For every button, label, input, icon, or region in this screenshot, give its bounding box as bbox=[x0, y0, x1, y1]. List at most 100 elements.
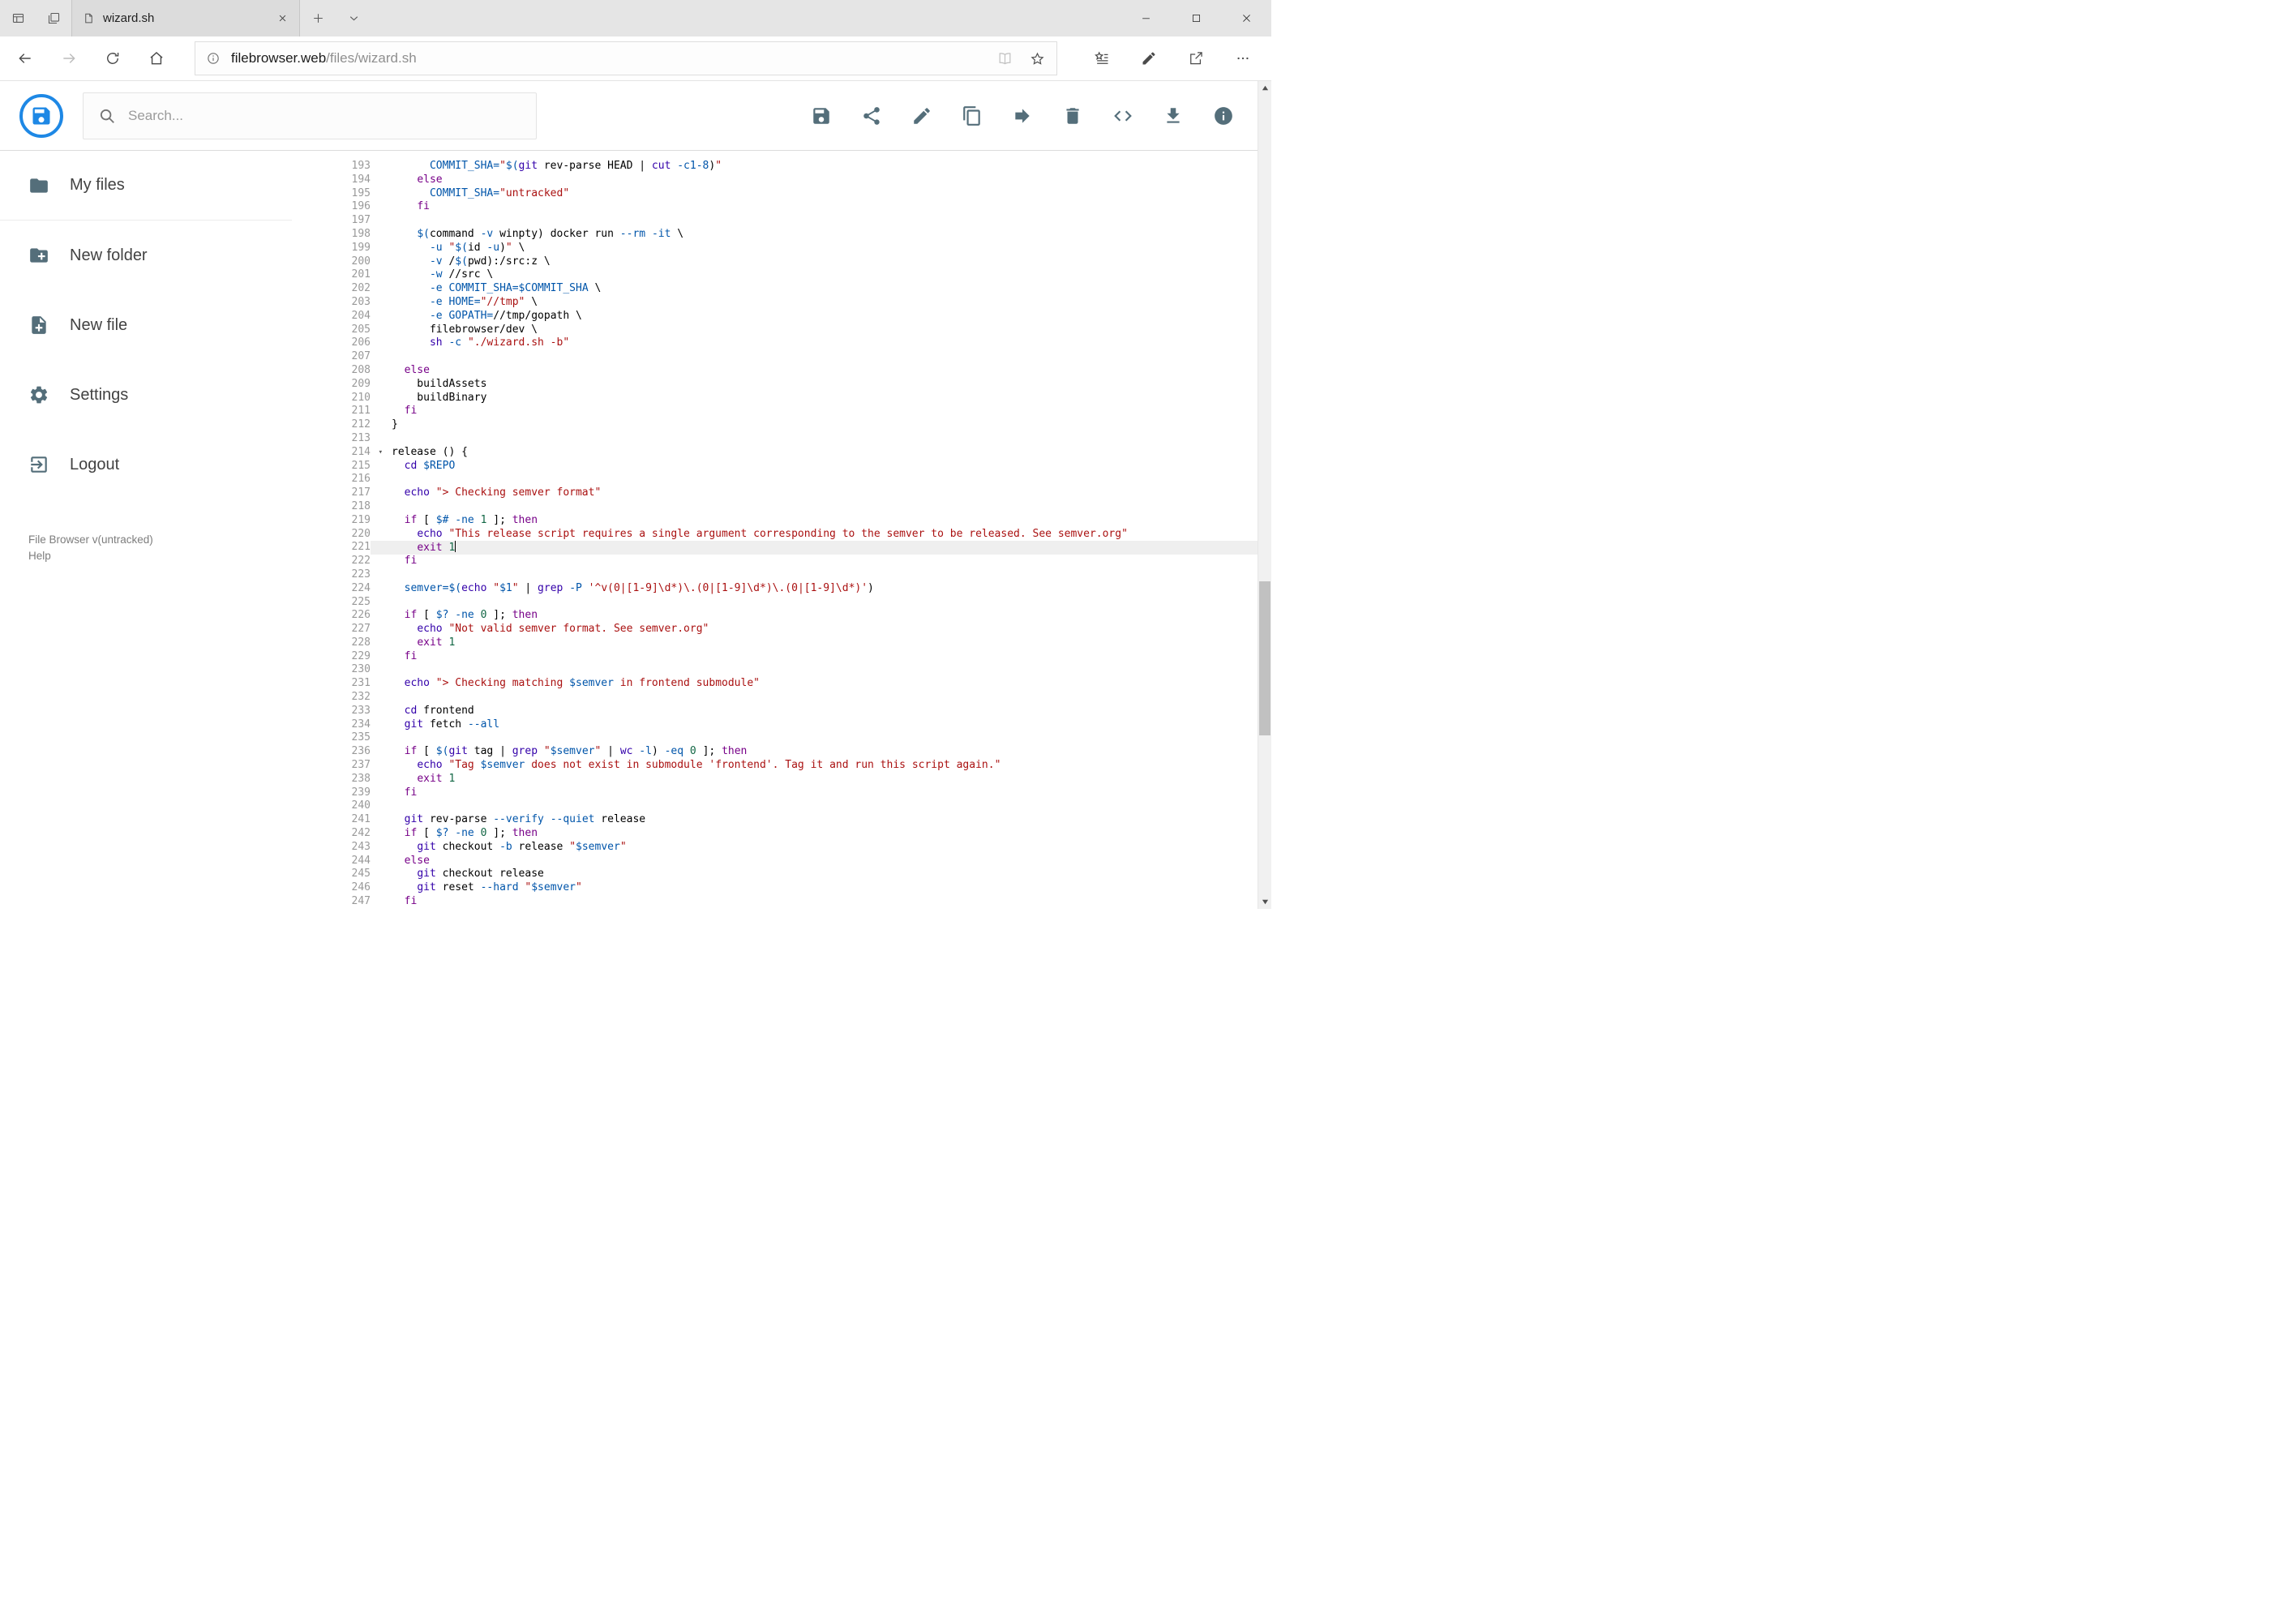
search-input[interactable] bbox=[128, 107, 521, 124]
home-button[interactable] bbox=[138, 41, 175, 76]
code-line-213[interactable]: 213 bbox=[292, 432, 1258, 446]
code-button[interactable] bbox=[1112, 105, 1133, 126]
search-box[interactable] bbox=[83, 92, 537, 139]
code-line-197[interactable]: 197 bbox=[292, 214, 1258, 228]
code-line-222[interactable]: 222 fi bbox=[292, 555, 1258, 568]
info-button[interactable] bbox=[1213, 105, 1234, 126]
edit-button[interactable] bbox=[911, 105, 932, 126]
web-note-button[interactable] bbox=[1130, 41, 1168, 76]
copy-button[interactable] bbox=[962, 105, 983, 126]
scrollbar-thumb[interactable] bbox=[1259, 581, 1270, 735]
code-line-236[interactable]: 236 if [ $(git tag | grep "$semver" | wc… bbox=[292, 745, 1258, 759]
refresh-button[interactable] bbox=[94, 41, 131, 76]
share-button[interactable] bbox=[1177, 41, 1215, 76]
code-line-229[interactable]: 229 fi bbox=[292, 650, 1258, 664]
code-line-237[interactable]: 237 echo "Tag $semver does not exist in … bbox=[292, 759, 1258, 773]
filebrowser-logo[interactable] bbox=[19, 93, 63, 138]
code-line-225[interactable]: 225 bbox=[292, 596, 1258, 610]
code-line-228[interactable]: 228 exit 1 bbox=[292, 636, 1258, 650]
save-button[interactable] bbox=[811, 105, 832, 126]
code-line-200[interactable]: 200 -v /$(pwd):/src:z \ bbox=[292, 255, 1258, 269]
back-button[interactable] bbox=[6, 41, 44, 76]
code-line-226[interactable]: 226 if [ $? -ne 0 ]; then bbox=[292, 609, 1258, 623]
code-line-204[interactable]: 204 -e GOPATH=//tmp/gopath \ bbox=[292, 310, 1258, 324]
code-line-244[interactable]: 244 else bbox=[292, 855, 1258, 868]
code-line-208[interactable]: 208 else bbox=[292, 364, 1258, 378]
maximize-button[interactable] bbox=[1171, 0, 1221, 36]
move-button[interactable] bbox=[1012, 105, 1033, 126]
code-line-209[interactable]: 209 buildAssets bbox=[292, 378, 1258, 392]
code-line-224[interactable]: 224 semver=$(echo "$1" | grep -P '^v(0|[… bbox=[292, 582, 1258, 596]
site-info-button[interactable] bbox=[195, 42, 231, 75]
fold-arrow-icon[interactable]: ▾ bbox=[379, 447, 383, 458]
more-button[interactable] bbox=[1224, 41, 1262, 76]
code-line-238[interactable]: 238 exit 1 bbox=[292, 773, 1258, 786]
new-tab-button[interactable] bbox=[300, 0, 336, 36]
code-line-205[interactable]: 205 filebrowser/dev \ bbox=[292, 324, 1258, 337]
code-line-199[interactable]: 199 -u "$(id -u)" \ bbox=[292, 242, 1258, 255]
code-line-194[interactable]: 194 else bbox=[292, 174, 1258, 187]
code-line-241[interactable]: 241 git rev-parse --verify --quiet relea… bbox=[292, 813, 1258, 827]
code-line-203[interactable]: 203 -e HOME="//tmp" \ bbox=[292, 296, 1258, 310]
code-line-233[interactable]: 233 cd frontend bbox=[292, 705, 1258, 718]
code-line-243[interactable]: 243 git checkout -b release "$semver" bbox=[292, 841, 1258, 855]
code-line-227[interactable]: 227 echo "Not valid semver format. See s… bbox=[292, 623, 1258, 636]
scroll-up-arrow[interactable] bbox=[1258, 81, 1271, 95]
code-line-193[interactable]: 193 COMMIT_SHA="$(git rev-parse HEAD | c… bbox=[292, 160, 1258, 174]
code-line-214[interactable]: 214 ▾ release () { bbox=[292, 446, 1258, 460]
code-line-235[interactable]: 235 bbox=[292, 731, 1258, 745]
forward-button[interactable] bbox=[50, 41, 88, 76]
code-line-212[interactable]: 212} bbox=[292, 418, 1258, 432]
sidebar-item-logout[interactable]: Logout bbox=[0, 430, 292, 499]
set-tabs-aside-button[interactable] bbox=[36, 0, 71, 36]
code-line-242[interactable]: 242 if [ $? -ne 0 ]; then bbox=[292, 827, 1258, 841]
code-line-245[interactable]: 245 git checkout release bbox=[292, 868, 1258, 881]
code-line-220[interactable]: 220 echo "This release script requires a… bbox=[292, 528, 1258, 542]
code-line-211[interactable]: 211 fi bbox=[292, 405, 1258, 418]
code-line-210[interactable]: 210 buildBinary bbox=[292, 392, 1258, 405]
code-line-198[interactable]: 198 $(command -v winpty) docker run --rm… bbox=[292, 228, 1258, 242]
delete-button[interactable] bbox=[1062, 105, 1083, 126]
code-line-202[interactable]: 202 -e COMMIT_SHA=$COMMIT_SHA \ bbox=[292, 282, 1258, 296]
scrollbar-track[interactable] bbox=[1258, 95, 1271, 895]
hub-button[interactable] bbox=[1083, 41, 1121, 76]
code-line-206[interactable]: 206 sh -c "./wizard.sh -b" bbox=[292, 336, 1258, 350]
vertical-scrollbar[interactable] bbox=[1258, 81, 1271, 909]
address-bar[interactable]: filebrowser.web/files/wizard.sh bbox=[195, 41, 1057, 75]
code-line-247[interactable]: 247 fi bbox=[292, 895, 1258, 909]
code-line-201[interactable]: 201 -w //src \ bbox=[292, 268, 1258, 282]
code-line-230[interactable]: 230 bbox=[292, 663, 1258, 677]
tab-close-button[interactable] bbox=[272, 8, 293, 29]
code-line-219[interactable]: 219 if [ $# -ne 1 ]; then bbox=[292, 514, 1258, 528]
favorite-star-button[interactable] bbox=[1021, 44, 1053, 73]
code-line-196[interactable]: 196 fi bbox=[292, 200, 1258, 214]
close-window-button[interactable] bbox=[1221, 0, 1271, 36]
code-line-195[interactable]: 195 COMMIT_SHA="untracked" bbox=[292, 187, 1258, 201]
code-line-217[interactable]: 217 echo "> Checking semver format" bbox=[292, 486, 1258, 500]
code-line-232[interactable]: 232 bbox=[292, 691, 1258, 705]
share-button[interactable] bbox=[861, 105, 882, 126]
help-link[interactable]: Help bbox=[28, 548, 51, 564]
code-line-240[interactable]: 240 bbox=[292, 799, 1258, 813]
code-editor[interactable]: 193 COMMIT_SHA="$(git rev-parse HEAD | c… bbox=[292, 151, 1258, 909]
code-line-207[interactable]: 207 bbox=[292, 350, 1258, 364]
scroll-down-arrow[interactable] bbox=[1258, 895, 1271, 909]
sidebar-item-my-files[interactable]: My files bbox=[0, 151, 292, 221]
sidebar-item-new-folder[interactable]: New folder bbox=[0, 221, 292, 290]
download-button[interactable] bbox=[1163, 105, 1184, 126]
code-line-231[interactable]: 231 echo "> Checking matching $semver in… bbox=[292, 677, 1258, 691]
code-line-216[interactable]: 216 bbox=[292, 473, 1258, 486]
code-line-223[interactable]: 223 bbox=[292, 568, 1258, 582]
code-line-239[interactable]: 239 fi bbox=[292, 786, 1258, 800]
minimize-button[interactable] bbox=[1121, 0, 1171, 36]
reading-view-button[interactable] bbox=[988, 44, 1021, 73]
sidebar-item-new-file[interactable]: New file bbox=[0, 290, 292, 360]
code-line-234[interactable]: 234 git fetch --all bbox=[292, 718, 1258, 732]
sidebar-item-settings[interactable]: Settings bbox=[0, 360, 292, 430]
tab-list-dropdown-button[interactable] bbox=[336, 0, 371, 36]
tab-preview-button[interactable] bbox=[0, 0, 36, 36]
code-line-218[interactable]: 218 bbox=[292, 500, 1258, 514]
code-line-215[interactable]: 215 cd $REPO bbox=[292, 460, 1258, 473]
browser-tab[interactable]: wizard.sh bbox=[71, 0, 300, 36]
code-line-221[interactable]: 221 exit 1 bbox=[292, 541, 1258, 555]
